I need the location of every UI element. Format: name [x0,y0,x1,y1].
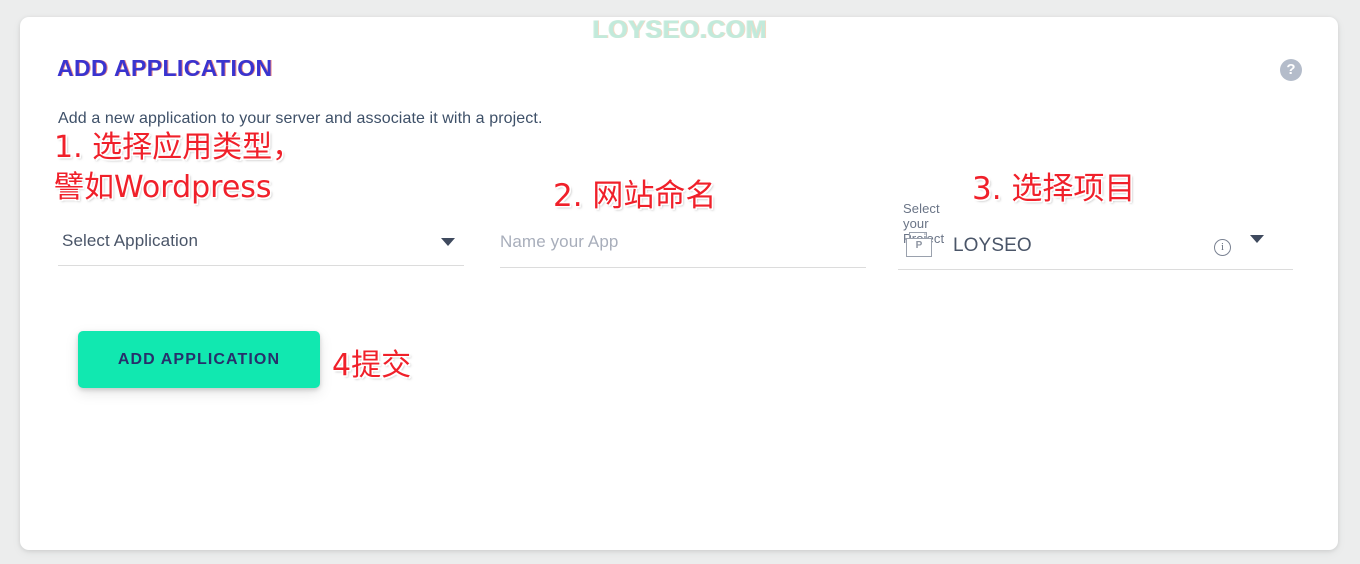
application-select-value[interactable]: Select Application [62,231,198,251]
chevron-down-icon[interactable] [1250,235,1264,243]
annotation-step-2: 2. 网站命名 [553,178,717,214]
project-box-icon: P [906,232,934,258]
annotation-step-3: 3. 选择项目 [972,171,1136,207]
project-box-letter: P [915,240,923,251]
project-select-value[interactable]: LOYSEO [953,235,1032,257]
annotation-step-4: 4提交 [332,348,412,383]
site-watermark: LOYSEO.COM [592,16,768,44]
app-name-placeholder[interactable]: Name your App [500,232,618,252]
project-select-underline [898,269,1293,270]
page-title: ADD APPLICATION [57,55,273,81]
page-subtitle: Add a new application to your server and… [58,110,543,127]
help-icon[interactable]: ? [1280,59,1302,81]
annotation-step-1: 1. 选择应用类型， 譬如Wordpress [54,130,303,205]
app-name-underline [500,267,866,268]
chevron-down-icon[interactable] [441,238,455,246]
add-application-button[interactable]: ADD APPLICATION [78,331,320,388]
add-application-card: ? ADD APPLICATION Add a new application … [20,17,1338,550]
info-icon[interactable]: i [1214,239,1231,256]
application-select-underline [58,265,464,266]
